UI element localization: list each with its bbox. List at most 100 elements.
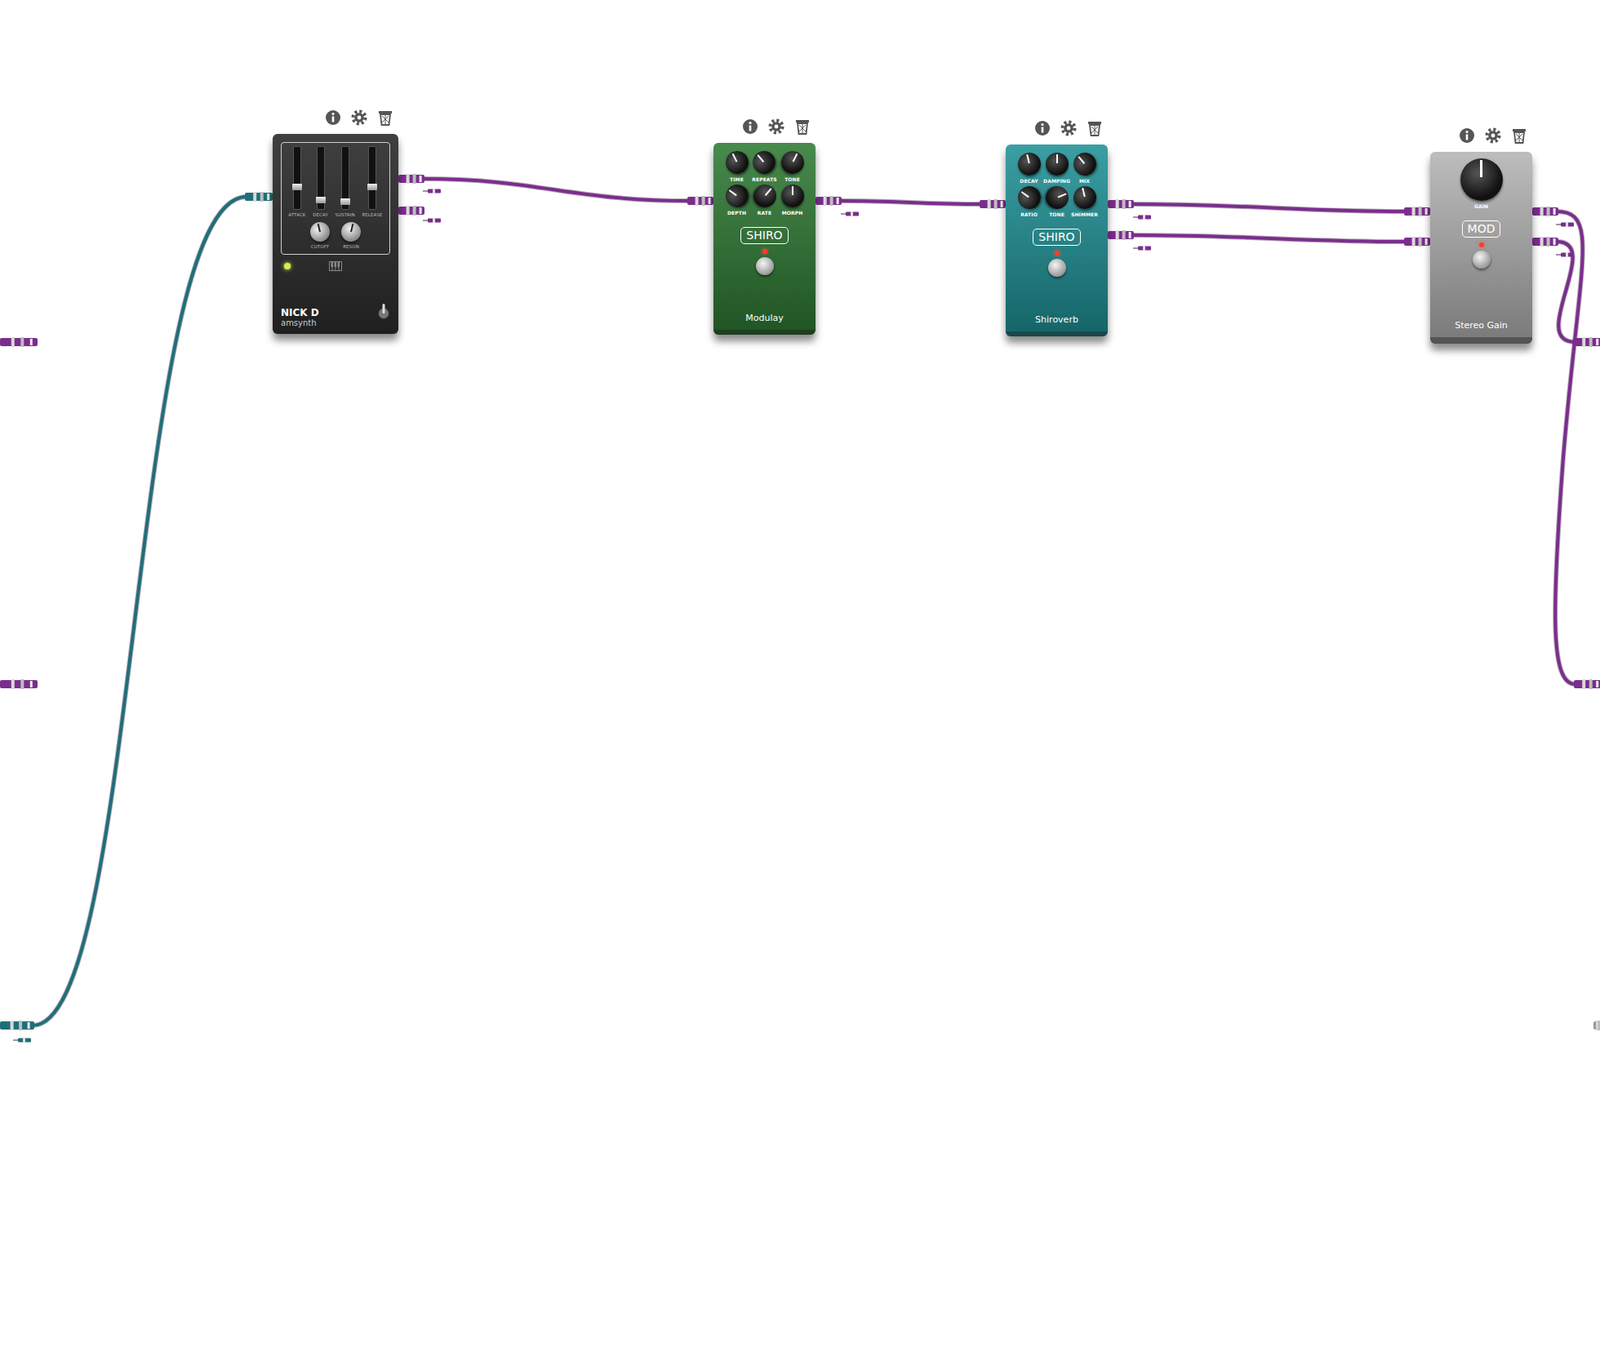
spare-plug[interactable] [1555, 252, 1574, 258]
cable[interactable] [422, 178, 689, 201]
midi-playback-port-plug[interactable] [1593, 1020, 1600, 1031]
capture-port-plug[interactable] [0, 337, 38, 347]
knob-control[interactable]: MORPH [781, 184, 805, 216]
pedal-brand: NICK D [280, 306, 320, 319]
knob[interactable] [721, 146, 753, 178]
info-icon[interactable] [1458, 127, 1476, 144]
slider-handle[interactable] [367, 183, 378, 191]
playback-port-plug[interactable] [1573, 679, 1600, 689]
slider[interactable]: RELEASE [361, 146, 383, 218]
gear-icon[interactable] [351, 109, 368, 126]
footswitch[interactable] [755, 257, 774, 276]
cable[interactable] [1555, 211, 1583, 685]
knob-control[interactable]: RESON [341, 222, 361, 249]
playback-port-plug[interactable] [1573, 337, 1600, 347]
slider-handle[interactable] [292, 183, 303, 191]
trash-icon[interactable] [1511, 127, 1528, 144]
input-plug[interactable] [979, 199, 1006, 209]
pedal-wrapper: TIME REPEATS TONE DEPTH RATE MORPH SHIRO… [713, 118, 816, 335]
knob[interactable] [777, 146, 809, 178]
output-plug[interactable] [398, 205, 425, 216]
knob[interactable] [720, 179, 753, 212]
input-plug[interactable] [1404, 206, 1431, 217]
knob-control[interactable]: RATIO [1017, 186, 1041, 218]
slider-track [341, 146, 350, 210]
knob-control[interactable]: MIX [1073, 152, 1097, 184]
knob[interactable] [339, 220, 364, 245]
knob-control[interactable]: TIME [725, 151, 749, 183]
input-plug[interactable] [1404, 236, 1431, 247]
cable[interactable] [840, 200, 982, 205]
output-plug[interactable] [1532, 236, 1559, 247]
trash-icon[interactable] [1086, 120, 1103, 137]
cable[interactable] [1132, 204, 1406, 212]
knob-control[interactable]: DAMPING [1043, 152, 1071, 184]
spare-plug[interactable] [1133, 245, 1152, 251]
cable[interactable] [1132, 235, 1406, 242]
knob[interactable] [781, 184, 805, 208]
knob[interactable] [748, 146, 781, 178]
spare-plug[interactable] [1133, 214, 1152, 220]
knob[interactable] [1068, 147, 1101, 180]
output-plug[interactable] [398, 173, 425, 184]
pedal-name: Stereo Gain [1454, 320, 1508, 331]
input-plug[interactable] [687, 195, 714, 206]
info-icon[interactable] [1034, 120, 1051, 137]
trash-icon[interactable] [794, 118, 811, 135]
knob[interactable] [748, 179, 781, 212]
output-plug[interactable] [815, 195, 842, 206]
footswitch[interactable] [1472, 250, 1491, 269]
gear-icon[interactable] [768, 118, 785, 135]
info-icon[interactable] [742, 118, 759, 135]
spare-plug[interactable] [840, 211, 859, 217]
pedal-toolbar [1430, 127, 1533, 146]
knob[interactable] [1015, 150, 1044, 178]
knob-control[interactable]: TONE [781, 151, 805, 183]
knob-control[interactable]: RATE [753, 184, 777, 216]
slider[interactable]: DECAY [312, 146, 329, 218]
knob-control[interactable]: DECAY [1017, 152, 1041, 184]
slider[interactable]: ATTACK [288, 146, 306, 218]
knob-label: TIME [729, 176, 744, 183]
knob-control[interactable]: GAIN [1460, 158, 1503, 209]
slider-handle[interactable] [315, 196, 326, 204]
spare-plug[interactable] [1555, 222, 1574, 227]
amsynth-pedal[interactable]: ATTACK DECAY SUSTAIN RELEASE CUTOFF RESO… [272, 133, 399, 334]
capture-port-plug[interactable] [0, 679, 38, 689]
midi-input-plug[interactable] [244, 191, 273, 202]
knob[interactable] [308, 220, 333, 245]
slider[interactable]: SUSTAIN [335, 146, 356, 218]
knob-control[interactable]: REPEATS [751, 151, 778, 183]
info-icon[interactable] [324, 109, 342, 126]
spare-plug[interactable] [13, 1037, 32, 1043]
knob[interactable] [1071, 183, 1099, 212]
cable-shadow [1132, 204, 1406, 212]
cable[interactable] [32, 196, 247, 1026]
knob-control[interactable]: SHIMMER [1071, 186, 1098, 218]
toggle-switch-icon[interactable] [377, 302, 391, 320]
shiro-pedal[interactable]: TIME REPEATS TONE DEPTH RATE MORPH SHIRO… [713, 142, 816, 335]
knob[interactable] [1460, 158, 1503, 201]
slider-row: ATTACK DECAY SUSTAIN RELEASE [284, 146, 387, 218]
knob[interactable] [1041, 182, 1072, 214]
shiro-pedal[interactable]: DECAY DAMPING MIX RATIO TONE SHIMMER SHI… [1005, 144, 1108, 337]
midi-capture-port-plug[interactable] [0, 1020, 35, 1031]
slider-handle[interactable] [340, 198, 351, 205]
cable[interactable] [1556, 241, 1576, 343]
output-plug[interactable] [1532, 206, 1559, 217]
spare-plug[interactable] [422, 217, 441, 223]
status-led [1054, 250, 1060, 256]
output-plug[interactable] [1107, 199, 1134, 209]
output-plug[interactable] [1107, 230, 1134, 240]
gain-pedal[interactable]: GAIN MOD Stereo Gain [1430, 151, 1533, 344]
knob[interactable] [1013, 181, 1045, 214]
gear-icon[interactable] [1484, 127, 1502, 144]
trash-icon[interactable] [377, 109, 394, 126]
knob-control[interactable]: DEPTH [725, 184, 749, 216]
footswitch[interactable] [1048, 258, 1067, 277]
knob-control[interactable]: CUTOFF [310, 222, 330, 249]
spare-plug[interactable] [422, 188, 441, 194]
knob[interactable] [1045, 152, 1069, 176]
knob-control[interactable]: TONE [1045, 186, 1069, 218]
gear-icon[interactable] [1060, 120, 1077, 137]
